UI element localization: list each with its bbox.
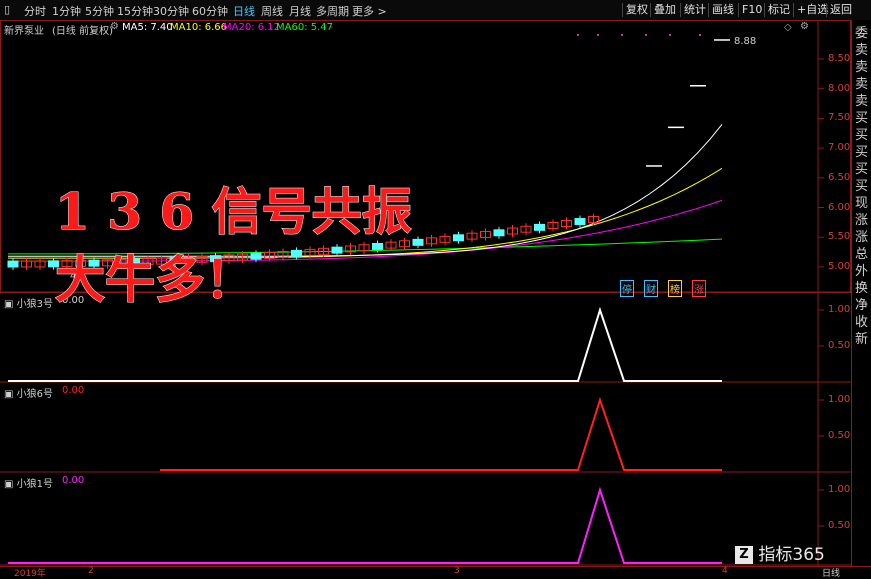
period-toolbar: ▯ 分时 1分钟 5分钟 15分钟 30分钟 60分钟 日线 周线 月线 多周期 更多 > 复权 叠加… (0, 0, 871, 21)
toolbar-button-5[interactable]: 标记 (764, 3, 793, 17)
toolbar-button-3[interactable]: 画线 (708, 3, 737, 17)
price-tick-2: 7.50 (828, 112, 851, 124)
candle-body-21 (291, 249, 302, 257)
date-year: 2019年 (14, 569, 46, 579)
indicator-line-2 (8, 486, 722, 564)
candle-body-42 (574, 218, 586, 225)
indicator-tick-1-0: 1.00 (828, 394, 851, 405)
period-tab-5[interactable]: 60分钟 (192, 3, 228, 19)
candle-body-33 (453, 234, 464, 242)
date-axis: 2019年 2 3 4 日线 (0, 566, 871, 579)
signal-dot-2 (621, 34, 623, 36)
candle-body-27 (372, 242, 383, 250)
period-tab-0[interactable]: 分时 (24, 3, 46, 19)
indicator-value-2: 0.00 (62, 475, 85, 486)
indicator-line-0 (8, 306, 722, 382)
price-tick-3: 7.00 (828, 142, 851, 154)
candle-body-39 (534, 223, 545, 231)
info-tag-2[interactable]: 榜 (668, 280, 682, 297)
signal-dot-5 (699, 34, 701, 36)
candle-body-36 (493, 229, 505, 237)
indicator-name-0[interactable]: ▣ 小狼3号 (4, 295, 53, 310)
period-tab-8[interactable]: 月线 (289, 3, 311, 19)
indicator-name-1[interactable]: ▣ 小狼6号 (4, 385, 53, 400)
period-tab-6[interactable]: 日线 (233, 3, 255, 19)
date-month-4: 4 (722, 566, 728, 576)
ma-legend-0: MA5: 7.40 (122, 22, 173, 33)
panel-toggle-icon[interactable]: ▯ (4, 3, 10, 16)
price-tick-0: 8.50 (828, 53, 851, 64)
watermark-icon: Z (735, 546, 753, 564)
toolbar-button-7[interactable]: 返回 (826, 3, 855, 17)
price-tick-4: 6.50 (828, 171, 851, 183)
high-price-label: 8.88 (734, 36, 757, 47)
side-panel-label-18: 新 (855, 332, 869, 347)
overlay-signal-text: 1 3 6 信号共振 (55, 182, 413, 242)
watermark-logo: Z 指标365 (735, 540, 825, 565)
indicator-tick-2-0: 1.00 (828, 484, 851, 495)
date-month-3: 3 (454, 566, 460, 576)
toolbar-button-4[interactable]: F10 (738, 3, 765, 17)
diamond-icon[interactable]: ◇ (784, 22, 792, 33)
toolbar-button-0[interactable]: 复权 (622, 3, 651, 17)
info-tag-1[interactable]: 财 (644, 280, 658, 297)
candle-body-30 (412, 238, 424, 246)
info-tag-0[interactable]: 停 (620, 280, 634, 297)
overlay-bull-text: 大牛多！ (55, 250, 256, 310)
ma-legend-2: MA20: 6.12 (223, 22, 281, 33)
price-tick-1: 8.00 (828, 82, 851, 94)
indicator-tick-1-1: 0.50 (828, 430, 851, 441)
signal-dot-0 (577, 34, 579, 36)
quote-side-panel: 委卖卖卖卖买买买买买现涨涨总外换净收新 (851, 20, 871, 568)
period-tab-9[interactable]: 多周期 (316, 3, 349, 19)
period-tab-3[interactable]: 15分钟 (117, 3, 153, 19)
period-tab-4[interactable]: 30分钟 (153, 3, 189, 19)
watermark-text: 指标365 (758, 545, 825, 565)
period-tab-7[interactable]: 周线 (261, 3, 283, 19)
settings-gear-icon[interactable]: ⚙ (110, 21, 119, 32)
ma-legend-3: MA60: 5.47 (276, 22, 334, 33)
signal-dot-3 (645, 34, 647, 36)
toolbar-button-1[interactable]: 叠加 (650, 3, 679, 17)
toolbar-button-2[interactable]: 统计 (680, 3, 709, 17)
price-tick-6: 5.50 (828, 231, 851, 243)
period-tab-1[interactable]: 1分钟 (52, 3, 81, 19)
indicator-name-2[interactable]: ▣ 小狼1号 (4, 475, 53, 490)
period-tab-2[interactable]: 5分钟 (85, 3, 114, 19)
chart-settings-icon[interactable]: ⚙ (800, 21, 809, 32)
ma-legend-1: MA10: 6.66 (170, 22, 228, 33)
price-tick-5: 6.00 (828, 201, 851, 213)
indicator-tick-0-0: 1.00 (828, 304, 851, 315)
info-tag-3[interactable]: 涨 (692, 280, 706, 297)
stock-name: 新界泵业 (4, 26, 44, 37)
indicator-tick-2-1: 0.50 (828, 520, 851, 531)
signal-dot-4 (669, 34, 671, 36)
period-tab-10[interactable]: 更多 > (352, 3, 387, 19)
signal-dot-1 (597, 34, 599, 36)
date-month-2: 2 (88, 566, 94, 576)
chart-mode: (日线 前复权) (52, 26, 113, 37)
indicator-value-1: 0.00 (62, 385, 85, 396)
candle-body-0 (7, 260, 19, 268)
period-label: 日线 (822, 569, 841, 579)
candle-body-24 (331, 246, 343, 254)
indicator-tick-0-1: 0.50 (828, 340, 851, 351)
price-tick-7: 5.00 (828, 260, 851, 272)
indicator-line-1 (160, 396, 722, 471)
